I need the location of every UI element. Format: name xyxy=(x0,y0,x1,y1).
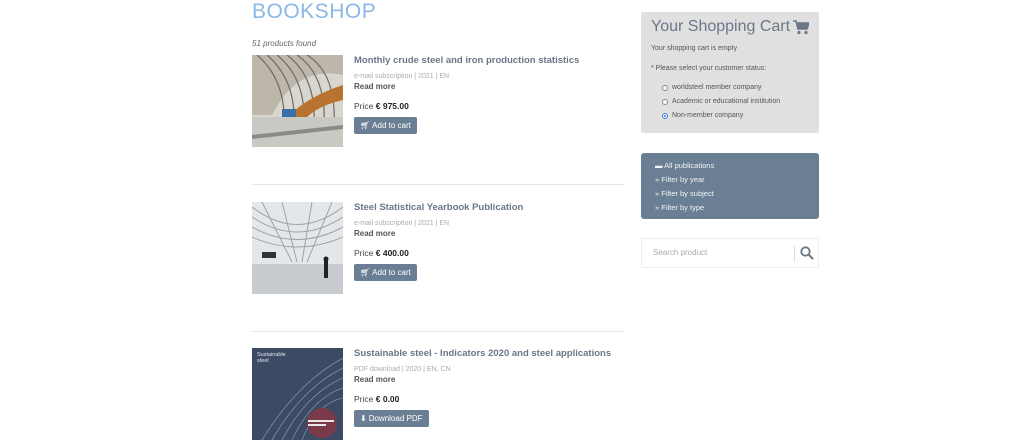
product-meta: e-mail subscription | 2021 | EN xyxy=(354,73,450,80)
product-card: Sustainable steel Sustainable steel - In… xyxy=(252,348,624,444)
price-value: € 0.00 xyxy=(375,394,400,404)
status-option-academic[interactable]: Academic or educational institution xyxy=(662,98,780,105)
cart-icon[interactable] xyxy=(793,20,811,40)
radio-button[interactable] xyxy=(662,98,668,105)
filter-by-year[interactable]: » Filter by year xyxy=(655,175,705,184)
product-card: Monthly crude steel and iron production … xyxy=(252,55,624,151)
add-to-cart-button[interactable]: 🛒︎ Add to cart xyxy=(354,264,417,281)
products-count: 51 products found xyxy=(252,39,317,48)
read-more-link[interactable]: Read more xyxy=(354,229,624,238)
product-price: Price € 400.00 xyxy=(354,248,624,258)
status-option-non-member[interactable]: Non-member company xyxy=(662,112,743,119)
filter-label: All publications xyxy=(664,161,715,170)
product-image[interactable]: Sustainable steel xyxy=(252,348,343,440)
radio-label: worldsteel member company xyxy=(672,84,762,91)
page-title: BOOKSHOP xyxy=(252,0,377,23)
filter-panel: ▬ All publications » Filter by year » Fi… xyxy=(641,153,819,219)
double-chevron-icon: » xyxy=(655,203,660,212)
divider xyxy=(794,246,795,262)
product-image[interactable] xyxy=(252,55,343,147)
product-image[interactable] xyxy=(252,202,343,294)
price-label: Price xyxy=(354,248,374,258)
search-icon[interactable] xyxy=(800,246,814,265)
product-meta: PDF download | 2020 | EN, CN xyxy=(354,366,451,373)
filter-by-subject[interactable]: » Filter by subject xyxy=(655,189,714,198)
add-to-cart-button[interactable]: 🛒︎ Add to cart xyxy=(354,117,417,134)
divider xyxy=(252,184,624,185)
cart-title: Your Shopping Cart xyxy=(651,18,791,35)
filter-label: Filter by subject xyxy=(661,189,714,198)
button-label: Add to cart xyxy=(372,121,411,130)
customer-status-prompt: * Please select your customer status: xyxy=(651,65,767,72)
product-price: Price € 0.00 xyxy=(354,394,624,404)
download-pdf-button[interactable]: ⬇ Download PDF xyxy=(354,410,429,427)
shopping-cart-panel: Your Shopping Cart Your shopping cart is… xyxy=(641,12,819,133)
product-card: Steel Statistical Yearbook Publication e… xyxy=(252,202,624,298)
search-box xyxy=(641,238,819,268)
filter-label: Filter by year xyxy=(661,175,705,184)
price-value: € 400.00 xyxy=(375,248,409,258)
radio-button-selected[interactable] xyxy=(662,112,668,119)
filter-label: Filter by type xyxy=(661,203,705,212)
cart-icon: 🛒︎ xyxy=(360,268,371,277)
read-more-link[interactable]: Read more xyxy=(354,375,624,384)
download-icon: ⬇ xyxy=(360,414,367,423)
radio-label: Non-member company xyxy=(672,112,744,119)
status-option-member[interactable]: worldsteel member company xyxy=(662,84,761,91)
filter-by-type[interactable]: » Filter by type xyxy=(655,203,704,212)
cover-title: Sustainable steel xyxy=(257,352,286,364)
divider xyxy=(252,331,624,332)
product-price: Price € 975.00 xyxy=(354,101,624,111)
read-more-link[interactable]: Read more xyxy=(354,82,624,91)
double-chevron-icon: » xyxy=(655,189,660,198)
double-chevron-icon: » xyxy=(655,175,660,184)
button-label: Add to cart xyxy=(372,268,411,277)
product-title[interactable]: Steel Statistical Yearbook Publication xyxy=(354,202,624,213)
product-meta: e-mail subscription | 2021 | EN xyxy=(354,220,450,227)
price-label: Price xyxy=(354,394,374,404)
radio-label: Academic or educational institution xyxy=(672,98,781,105)
product-title[interactable]: Sustainable steel - Indicators 2020 and … xyxy=(354,348,624,359)
price-value: € 975.00 xyxy=(375,101,409,111)
price-label: Price xyxy=(354,101,374,111)
cart-empty-text: Your shopping cart is empty xyxy=(651,45,738,52)
button-label: Download PDF xyxy=(368,414,423,423)
folder-icon: ▬ xyxy=(655,161,663,170)
filter-all-publications[interactable]: ▬ All publications xyxy=(655,161,714,170)
cart-icon: 🛒︎ xyxy=(360,121,371,130)
radio-button[interactable] xyxy=(662,84,668,91)
product-title[interactable]: Monthly crude steel and iron production … xyxy=(354,55,624,66)
search-input[interactable] xyxy=(651,247,795,258)
